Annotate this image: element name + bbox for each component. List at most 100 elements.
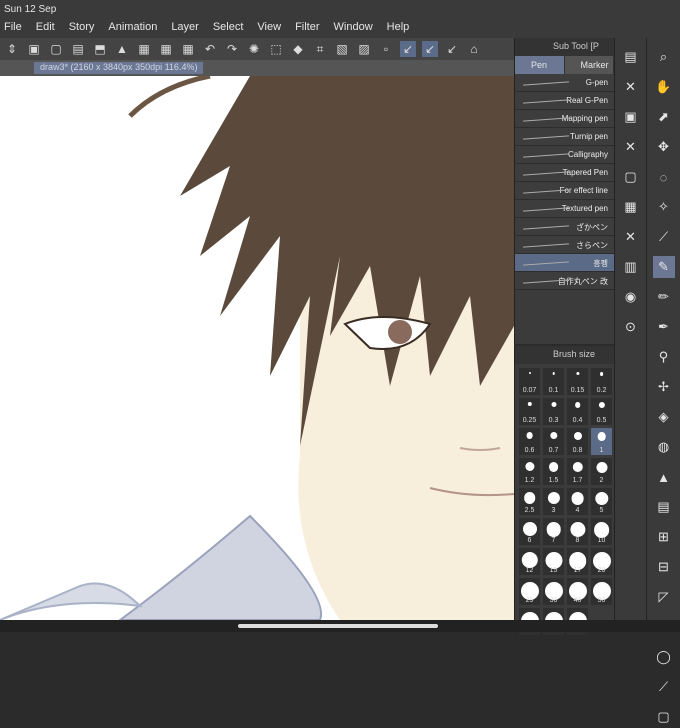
move-icon[interactable]: ✥	[653, 136, 675, 158]
camera-icon[interactable]: ◉	[620, 286, 642, 308]
brush-item[interactable]: For effect line	[515, 182, 614, 200]
tab-pen[interactable]: Pen	[515, 56, 565, 74]
brush-item[interactable]: Turnip pen	[515, 128, 614, 146]
eyedropper-icon[interactable]: ⟋	[653, 226, 675, 248]
brush-size-option[interactable]: 30	[543, 578, 564, 605]
brush-item-selected[interactable]: 흥펭	[515, 254, 614, 272]
brush-icon[interactable]: ✒	[653, 316, 675, 338]
settings-icon[interactable]: ⊙	[620, 316, 642, 338]
frame-icon[interactable]: ⊟	[653, 556, 675, 578]
brush-size-option[interactable]: 12	[519, 548, 540, 575]
eraser-icon[interactable]: ◈	[653, 406, 675, 428]
balloon-icon[interactable]: ◯	[653, 646, 675, 668]
brush-size-option[interactable]: 40	[567, 578, 588, 605]
brush-item[interactable]: G-pen	[515, 74, 614, 92]
redo-icon[interactable]: ↷	[224, 41, 240, 57]
brush-size-option[interactable]: 4	[567, 488, 588, 515]
brush-size-option[interactable]: 15	[543, 548, 564, 575]
ruler-icon[interactable]: ◸	[653, 586, 675, 608]
home-bar-pill[interactable]	[238, 624, 438, 628]
brush-size-option[interactable]: 2	[591, 458, 612, 485]
brush-item[interactable]: 自作丸ペン 改	[515, 272, 614, 290]
layer-icon[interactable]: ▦	[620, 196, 642, 218]
brush-size-option[interactable]: 5	[591, 488, 612, 515]
brush-size-option[interactable]: 0.07	[519, 368, 540, 395]
pencil-icon[interactable]: ✏	[653, 286, 675, 308]
close-icon[interactable]: ✕	[620, 136, 642, 158]
brush-size-option[interactable]: 0.2	[591, 368, 612, 395]
decoration-icon[interactable]: ✢	[653, 376, 675, 398]
crop-icon[interactable]: ⌗	[312, 41, 328, 57]
brush-size-option[interactable]: 1.7	[567, 458, 588, 485]
menu-filter[interactable]: Filter	[295, 21, 319, 35]
brush-size-option[interactable]: 8	[567, 518, 588, 545]
menu-file[interactable]: File	[4, 21, 22, 35]
export-psd-icon[interactable]: ▦	[180, 41, 196, 57]
brush-size-option[interactable]: 0.5	[591, 398, 612, 425]
menu-select[interactable]: Select	[213, 21, 244, 35]
airbrush-icon[interactable]: ⚲	[653, 346, 675, 368]
brush-size-option[interactable]: 50	[591, 578, 612, 605]
blend-icon[interactable]: ◍	[653, 436, 675, 458]
gallery-icon[interactable]: ▣	[26, 41, 42, 57]
save-icon[interactable]: ⬒	[92, 41, 108, 57]
navigator-icon[interactable]: ▢	[620, 166, 642, 188]
brush-size-option[interactable]: 17	[567, 548, 588, 575]
new-file-icon[interactable]: ▢	[48, 41, 64, 57]
panel-icon[interactable]: ▤	[620, 46, 642, 68]
document-tab[interactable]: draw3* (2160 x 3840px 350dpi 116.4%)	[34, 62, 204, 74]
brush-size-option[interactable]: 25	[519, 578, 540, 605]
brush-size-option[interactable]: 0.15	[567, 368, 588, 395]
ruler-snap-icon[interactable]: ↙	[400, 41, 416, 57]
menu-story[interactable]: Story	[69, 21, 95, 35]
clear-icon[interactable]: ▫	[378, 41, 394, 57]
deselect-icon[interactable]: ✺	[246, 41, 262, 57]
brush-size-option[interactable]: 0.3	[543, 398, 564, 425]
brush-size-option[interactable]: 1	[591, 428, 612, 455]
open-folder-icon[interactable]: ▤	[70, 41, 86, 57]
fill-icon[interactable]: ▲	[653, 466, 675, 488]
brush-item[interactable]: Real G-Pen	[515, 92, 614, 110]
color-swatch-icon[interactable]: ▢	[653, 706, 675, 728]
fill-icon[interactable]: ◆	[290, 41, 306, 57]
gradient-icon[interactable]: ▤	[653, 496, 675, 518]
figure-icon[interactable]: ⊞	[653, 526, 675, 548]
menu-layer[interactable]: Layer	[171, 21, 199, 35]
brush-size-option[interactable]: 10	[591, 518, 612, 545]
brush-size-option[interactable]: 0.7	[543, 428, 564, 455]
undo-icon[interactable]: ↶	[202, 41, 218, 57]
tab-marker[interactable]: Marker	[564, 56, 614, 74]
export-icon[interactable]: ▲	[114, 41, 130, 57]
hand-icon[interactable]: ✋	[653, 76, 675, 98]
ruler-icon[interactable]: ↙	[444, 41, 460, 57]
close-icon[interactable]: ✕	[620, 76, 642, 98]
brush-size-option[interactable]: 0.8	[567, 428, 588, 455]
pen-icon[interactable]: ✎	[652, 256, 675, 278]
brush-item[interactable]: Calligraphy	[515, 146, 614, 164]
export-jpg-icon[interactable]: ▦	[136, 41, 152, 57]
learning-icon[interactable]: ⌂	[466, 41, 482, 57]
menu-view[interactable]: View	[257, 21, 281, 35]
brush-size-option[interactable]: 0.1	[543, 368, 564, 395]
brush-size-option[interactable]: 1.5	[543, 458, 564, 485]
transform-icon[interactable]: ⬚	[268, 41, 284, 57]
zoom-icon[interactable]: ⌕	[653, 46, 675, 68]
brush-size-option[interactable]: 6	[519, 518, 540, 545]
brush-size-option[interactable]: 2.5	[519, 488, 540, 515]
panel-icon[interactable]: ▣	[620, 106, 642, 128]
menu-animation[interactable]: Animation	[108, 21, 157, 35]
menu-edit[interactable]: Edit	[36, 21, 55, 35]
brush-size-option[interactable]: 7	[543, 518, 564, 545]
menu-window[interactable]: Window	[334, 21, 373, 35]
brush-size-option[interactable]: 0.25	[519, 398, 540, 425]
brush-item[interactable]: ざかペン	[515, 218, 614, 236]
material-icon[interactable]: ▥	[620, 256, 642, 278]
brush-item[interactable]: さらペン	[515, 236, 614, 254]
stroke-snap-icon[interactable]: ↙	[422, 41, 438, 57]
canvas[interactable]	[0, 76, 514, 620]
correct-line-icon[interactable]: ⟋	[653, 676, 675, 698]
close-icon[interactable]: ✕	[620, 226, 642, 248]
brush-item[interactable]: Textured pen	[515, 200, 614, 218]
invert-select-icon[interactable]: ▨	[356, 41, 372, 57]
brush-item[interactable]: Mapping pen	[515, 110, 614, 128]
